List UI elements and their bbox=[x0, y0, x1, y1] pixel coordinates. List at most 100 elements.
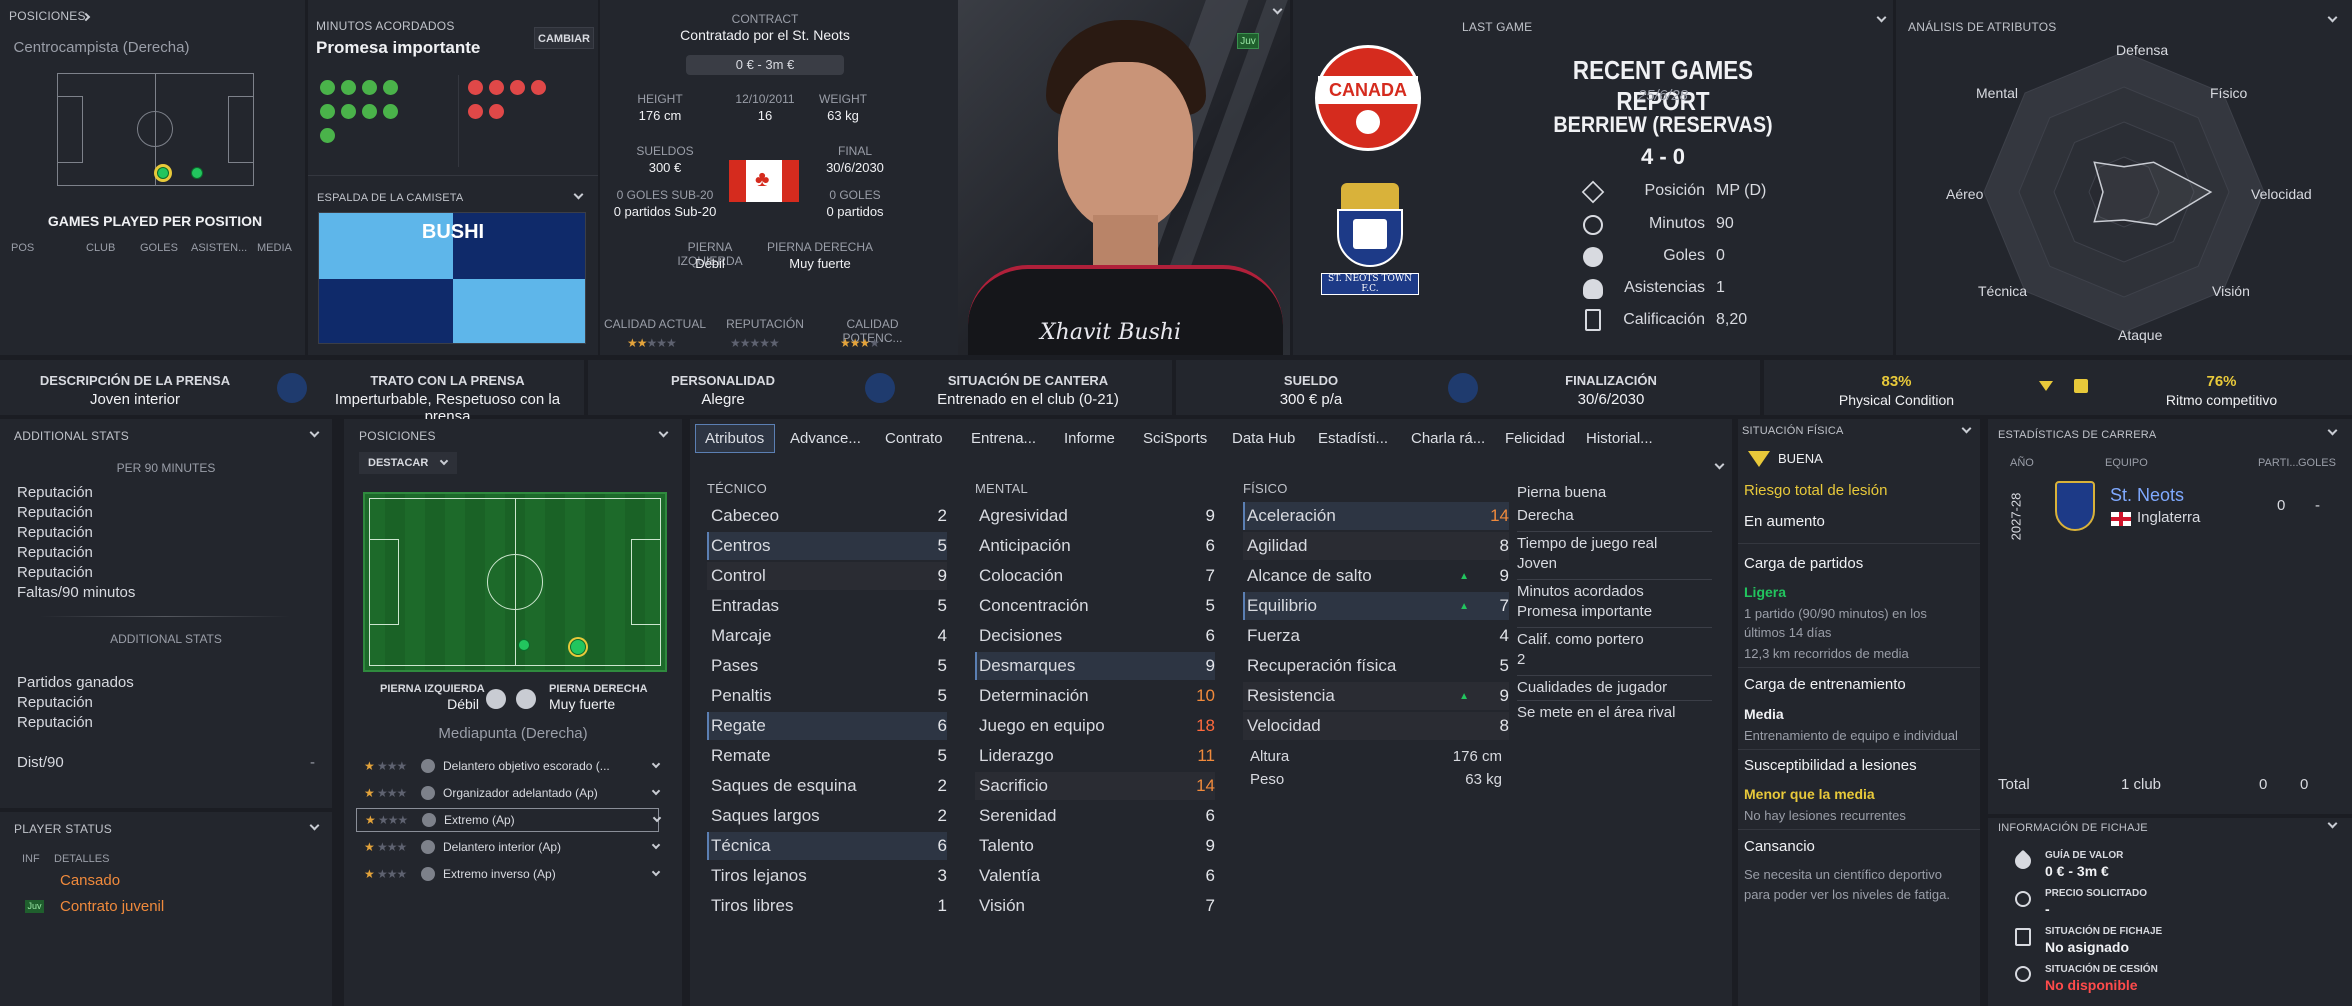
attribute-row[interactable]: Saques de esquina 2 bbox=[707, 772, 947, 800]
tab-scisports[interactable]: SciSports bbox=[1143, 426, 1207, 452]
stat-label[interactable]: Reputación bbox=[17, 563, 135, 583]
tab-contract[interactable]: Contrato bbox=[885, 426, 943, 452]
additional-stats-chevron-icon[interactable] bbox=[309, 427, 320, 438]
trait-icon[interactable] bbox=[320, 104, 335, 119]
trait-icon[interactable] bbox=[362, 104, 377, 119]
attribute-row[interactable]: Alcance de salto ▲ 9 bbox=[1243, 562, 1509, 590]
career-col-team[interactable]: EQUIPO bbox=[2105, 457, 2148, 469]
attribute-row[interactable]: Decisiones 6 bbox=[975, 622, 1215, 650]
attributes-chevron-icon[interactable] bbox=[1714, 459, 1725, 470]
trait-icon[interactable] bbox=[341, 104, 356, 119]
attribute-row[interactable]: Concentración 5 bbox=[975, 592, 1215, 620]
last-game-chevron-icon[interactable] bbox=[1876, 12, 1887, 23]
dist-label[interactable]: Dist/90 bbox=[17, 754, 64, 771]
col-assists[interactable]: ASISTEN... bbox=[191, 242, 257, 254]
attribute-row[interactable]: Marcaje 4 bbox=[707, 622, 947, 650]
attribute-row[interactable]: Regate 6 bbox=[707, 712, 947, 740]
attribute-row[interactable]: Determinación 10 bbox=[975, 682, 1215, 710]
tab-training[interactable]: Entrena... bbox=[971, 426, 1036, 452]
career-col-apps[interactable]: PARTI... bbox=[2258, 457, 2299, 469]
stat-label[interactable]: Partidos ganados bbox=[17, 673, 134, 693]
role-row-selected[interactable]: ★ ★★★ Extremo (Ap) bbox=[356, 808, 662, 832]
shirt-chevron-icon[interactable] bbox=[573, 189, 584, 200]
attribute-row[interactable]: Centros 5 bbox=[707, 532, 947, 560]
tab-advanced[interactable]: Advance... bbox=[790, 426, 861, 452]
attribute-row[interactable]: Tiros lejanos 3 bbox=[707, 862, 947, 890]
attribute-row[interactable]: Entradas 5 bbox=[707, 592, 947, 620]
transfer-chevron-icon[interactable] bbox=[2327, 818, 2338, 829]
trait-icon[interactable] bbox=[468, 104, 483, 119]
attribute-row[interactable]: Equilibrio ▲ 7 bbox=[1243, 592, 1509, 620]
stat-label[interactable]: Faltas/90 minutos bbox=[17, 583, 135, 603]
player-trait[interactable]: Se mete en el área rival bbox=[1517, 701, 1712, 726]
attribute-row[interactable]: Tiros libres 1 bbox=[707, 892, 947, 920]
tab-history[interactable]: Historial... bbox=[1586, 426, 1653, 452]
tab-teamtalk[interactable]: Charla rá... bbox=[1411, 426, 1485, 452]
stat-label[interactable]: Reputación bbox=[17, 693, 134, 713]
tab-happiness[interactable]: Felicidad bbox=[1505, 426, 1565, 452]
stat-label[interactable]: Reputación bbox=[17, 713, 134, 733]
attribute-row[interactable]: Agresividad 9 bbox=[975, 502, 1215, 530]
trait-icon[interactable] bbox=[383, 80, 398, 95]
attribute-row[interactable]: Penaltis 5 bbox=[707, 682, 947, 710]
tab-atributos-label[interactable]: Atributos bbox=[705, 426, 764, 452]
career-col-year[interactable]: AÑO bbox=[2010, 457, 2034, 469]
attribute-row[interactable]: Juego en equipo 18 bbox=[975, 712, 1215, 740]
col-club[interactable]: CLUB bbox=[86, 242, 140, 254]
attribute-row[interactable]: Remate 5 bbox=[707, 742, 947, 770]
attribute-row[interactable]: Control 9 bbox=[707, 562, 947, 590]
trait-icon[interactable] bbox=[362, 80, 377, 95]
role-row[interactable]: ★ ★★★ Delantero objetivo escorado (... bbox=[359, 754, 669, 778]
col-goals[interactable]: GOLES bbox=[140, 242, 191, 254]
attribute-row[interactable]: Cabeceo 2 bbox=[707, 502, 947, 530]
ca-stars[interactable]: ★★★★★ bbox=[627, 334, 677, 351]
status-tired[interactable]: Cansado bbox=[60, 872, 120, 889]
pa-stars[interactable]: ★★★★ bbox=[840, 334, 880, 351]
role-row[interactable]: ★ ★★★ Delantero interior (Ap) bbox=[359, 835, 669, 859]
attribute-row[interactable]: Velocidad 8 bbox=[1243, 712, 1509, 740]
trait-icon[interactable] bbox=[489, 80, 504, 95]
tab-datahub[interactable]: Data Hub bbox=[1232, 426, 1295, 452]
trait-icon[interactable] bbox=[341, 80, 356, 95]
positions-title[interactable]: POSICIONES bbox=[9, 9, 86, 23]
col-pos[interactable]: POS bbox=[11, 242, 86, 254]
career-team[interactable]: St. Neots bbox=[2110, 485, 2184, 506]
attribute-row[interactable]: Recuperación física 5 bbox=[1243, 652, 1509, 680]
physical-status-chevron-icon[interactable] bbox=[1961, 423, 1972, 434]
career-col-goals[interactable]: GOLES bbox=[2298, 457, 2336, 469]
col-rating[interactable]: MEDIA bbox=[257, 242, 292, 254]
status-youth-contract[interactable]: Contrato juvenil bbox=[60, 898, 164, 915]
trait-icon[interactable] bbox=[383, 104, 398, 119]
trait-icon[interactable] bbox=[510, 80, 525, 95]
attribute-row[interactable]: Saques largos 2 bbox=[707, 802, 947, 830]
attribute-row[interactable]: Colocación 7 bbox=[975, 562, 1215, 590]
role-row[interactable]: ★ ★★★ Extremo inverso (Ap) bbox=[359, 862, 669, 886]
positions-detail-chevron-icon[interactable] bbox=[658, 427, 669, 438]
role-row[interactable]: ★ ★★★ Organizador adelantado (Ap) bbox=[359, 781, 669, 805]
trait-icon[interactable] bbox=[320, 80, 335, 95]
attribute-row[interactable]: Talento 9 bbox=[975, 832, 1215, 860]
career-chevron-icon[interactable] bbox=[2327, 425, 2338, 436]
tab-stats[interactable]: Estadísti... bbox=[1318, 426, 1388, 452]
attribute-row[interactable]: Anticipación 6 bbox=[975, 532, 1215, 560]
injury-risk[interactable]: Riesgo total de lesión bbox=[1744, 482, 1887, 499]
attribute-row[interactable]: Técnica 6 bbox=[707, 832, 947, 860]
attribute-row[interactable]: Visión 7 bbox=[975, 892, 1215, 920]
attribute-row[interactable]: Agilidad 8 bbox=[1243, 532, 1509, 560]
attribute-row[interactable]: Resistencia ▲ 9 bbox=[1243, 682, 1509, 710]
attribute-row[interactable]: Pases 5 bbox=[707, 652, 947, 680]
change-button[interactable]: CAMBIAR bbox=[534, 27, 594, 49]
attribute-row[interactable]: Fuerza 4 bbox=[1243, 622, 1509, 650]
stat-label[interactable]: Reputación bbox=[17, 523, 135, 543]
attribute-row[interactable]: Liderazgo 11 bbox=[975, 742, 1215, 770]
attribute-row[interactable]: Desmarques 9 bbox=[975, 652, 1215, 680]
trait-icon[interactable] bbox=[531, 80, 546, 95]
tab-report[interactable]: Informe bbox=[1064, 426, 1115, 452]
attribute-row[interactable]: Aceleración 14 bbox=[1243, 502, 1509, 530]
attribute-row[interactable]: Sacrificio 14 bbox=[975, 772, 1215, 800]
rep-stars[interactable]: ★★★★★ bbox=[730, 334, 780, 351]
stat-label[interactable]: Reputación bbox=[17, 483, 135, 503]
player-status-chevron-icon[interactable] bbox=[309, 820, 320, 831]
trait-icon[interactable] bbox=[489, 104, 504, 119]
stat-label[interactable]: Reputación bbox=[17, 543, 135, 563]
